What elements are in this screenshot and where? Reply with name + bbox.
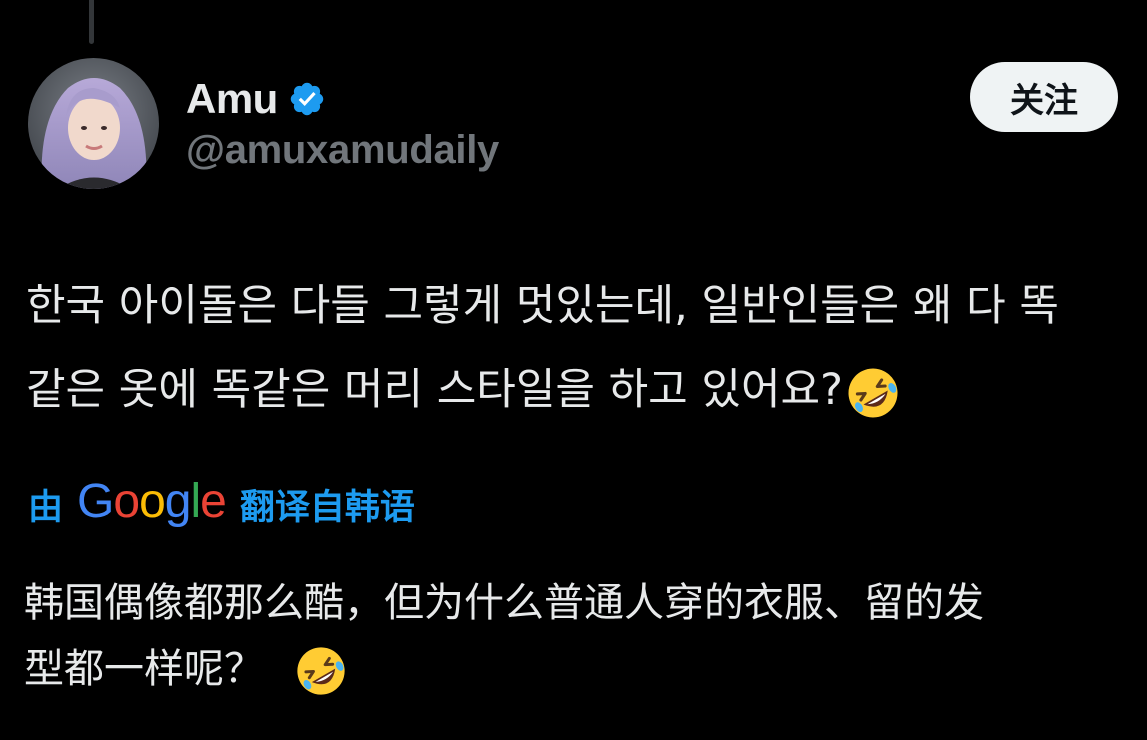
rolling-on-floor-laughing-icon [297,647,345,695]
translation-prefix: 由 [28,487,64,528]
follow-button[interactable]: 关注 [970,62,1118,132]
translated-text-line-2: 型都一样呢？ [24,646,264,692]
google-logo: Google [77,474,227,528]
verified-badge-icon [290,82,324,116]
translated-text: 韩国偶像都那么酷，但为什么普通人穿的衣服、留的发 型都一样呢？ [24,570,1144,702]
translation-source-language: 翻译自韩语 [239,487,415,528]
translated-text-line-1: 韩国偶像都那么酷，但为什么普通人穿的衣服、留的发 [24,580,984,626]
tweet-text: 한국 아이돌은 다들 그렇게 멋있는데, 일반인들은 왜 다 똑 같은 옷에 똑… [26,264,1146,432]
tweet-text-line-1: 한국 아이돌은 다들 그렇게 멋있는데, 일반인들은 왜 다 똑 [26,281,1059,331]
author-handle[interactable]: @amuxamudaily [186,128,499,173]
thread-connector-line [89,0,94,44]
rolling-on-floor-laughing-icon [848,368,898,417]
translated-text-line-2-wrap: 型都一样呢？ [24,636,1144,702]
tweet-text-line-2-wrap: 같은 옷에 똑같은 머리 스타일을 하고 있어요? [26,348,1146,432]
avatar-image [28,58,159,189]
translation-attribution[interactable]: 由 Google 翻译自韩语 [28,474,415,534]
author-name-row[interactable]: Amu [186,74,326,124]
tweet-text-line-2: 같은 옷에 똑같은 머리 스타일을 하고 있어요? [26,365,843,415]
author-display-name[interactable]: Amu [186,75,278,123]
avatar[interactable] [28,58,159,189]
